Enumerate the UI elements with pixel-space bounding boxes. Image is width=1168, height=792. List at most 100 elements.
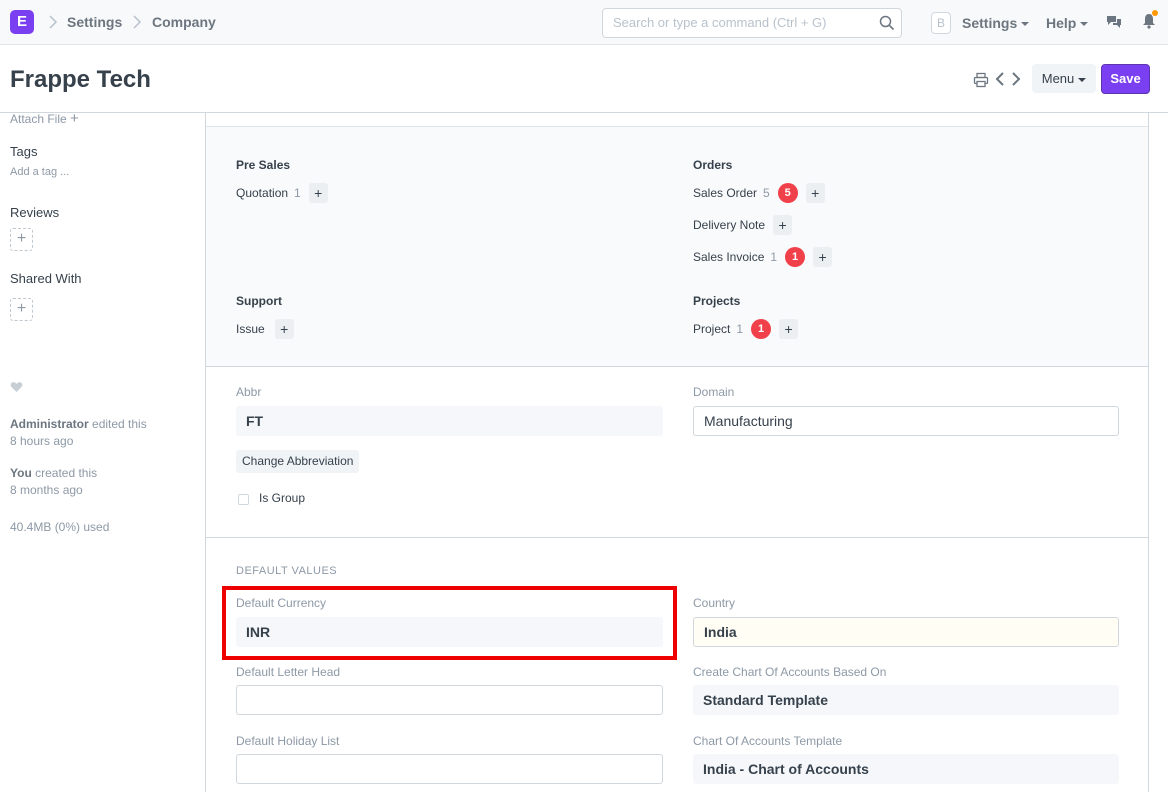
is-group-checkbox[interactable]	[238, 494, 249, 505]
activity-action: edited this	[88, 417, 147, 431]
chevron-right-icon[interactable]	[1010, 71, 1022, 87]
form-sidebar: Attach File + Tags Add a tag ... Reviews…	[0, 113, 205, 792]
chat-icon[interactable]	[1106, 14, 1122, 30]
menu-button-label: Menu	[1041, 71, 1075, 86]
activity-item: Administrator edited this 8 hours ago	[10, 416, 147, 450]
link-label[interactable]: Sales Invoice	[693, 250, 764, 264]
domain-field[interactable]: Manufacturing	[693, 406, 1119, 436]
caret-down-icon	[1078, 77, 1087, 82]
link-count: 5	[763, 186, 770, 200]
company-details-section: Abbr FT Change Abbreviation Is Group Dom…	[206, 367, 1148, 538]
add-tag-link[interactable]: Add a tag ...	[10, 166, 69, 178]
open-count-badge[interactable]: 1	[785, 247, 806, 267]
avatar[interactable]: B	[931, 12, 951, 34]
group-heading-projects: Projects	[693, 294, 741, 308]
link-label[interactable]: Issue	[236, 322, 265, 336]
section-divider	[206, 113, 1148, 127]
notification-dot	[1152, 10, 1158, 16]
country-label: Country	[693, 596, 736, 610]
activity-user[interactable]: Administrator	[10, 417, 89, 431]
default-letter-head-field[interactable]	[236, 685, 663, 715]
activity-item: You created this 8 months ago	[10, 465, 97, 499]
default-holiday-list-label: Default Holiday List	[236, 734, 340, 748]
reviews-heading: Reviews	[10, 205, 60, 220]
tags-heading: Tags	[10, 144, 38, 159]
storage-usage: 40.4MB (0%) used	[10, 520, 110, 534]
attach-file-link[interactable]: Attach File +	[10, 113, 79, 127]
app-logo[interactable]: E	[10, 10, 34, 34]
activity-action: created this	[31, 466, 98, 480]
default-letter-head-label: Default Letter Head	[236, 665, 341, 679]
link-label[interactable]: Project	[693, 322, 730, 336]
settings-dropdown-label: Settings	[962, 15, 1018, 31]
search-bar	[602, 8, 902, 38]
plus-icon: +	[16, 300, 27, 317]
plus-icon: +	[16, 230, 27, 247]
form-dashboard: Pre Sales Quotation 1 + Orders Sales Order…	[206, 127, 1148, 367]
country-field[interactable]: India	[693, 617, 1119, 647]
add-issue-button[interactable]: +	[274, 319, 294, 339]
link-label[interactable]: Delivery Note	[693, 218, 765, 232]
chevron-left-icon[interactable]	[994, 71, 1006, 87]
help-dropdown-label: Help	[1046, 15, 1077, 31]
default-holiday-list-field[interactable]	[236, 754, 663, 784]
coa-based-on-label: Create Chart Of Accounts Based On	[693, 665, 887, 679]
coa-template-label: Chart Of Accounts Template	[693, 734, 843, 748]
dashboard-link-sales-invoice: Sales Invoice 1 1 +	[693, 247, 833, 267]
add-review-button[interactable]: +	[10, 228, 33, 251]
group-heading-pre-sales: Pre Sales	[236, 158, 291, 172]
settings-dropdown[interactable]: Settings	[962, 15, 1030, 31]
save-button[interactable]: Save	[1101, 64, 1150, 94]
activity-time: 8 months ago	[10, 483, 83, 497]
help-dropdown[interactable]: Help	[1046, 15, 1089, 31]
form-main: Pre Sales Quotation 1 + Orders Sales Order…	[205, 113, 1149, 792]
group-heading-support: Support	[236, 294, 282, 308]
search-input[interactable]	[613, 15, 873, 30]
activity-user: You	[10, 466, 32, 480]
add-sales-invoice-button[interactable]: +	[813, 247, 833, 267]
is-group-label: Is Group	[259, 491, 306, 505]
dashboard-link-issue: Issue +	[236, 319, 294, 339]
dashboard-link-quotation: Quotation 1 +	[236, 183, 328, 203]
open-count-badge[interactable]: 5	[777, 183, 798, 203]
link-count: 1	[294, 186, 301, 200]
breadcrumb-settings[interactable]: Settings	[67, 14, 122, 30]
add-sales-order-button[interactable]: +	[805, 183, 825, 203]
coa-template-field[interactable]: India - Chart of Accounts	[693, 754, 1119, 784]
menu-button[interactable]: Menu	[1032, 64, 1096, 93]
add-share-button[interactable]: +	[10, 298, 33, 321]
attach-file-label: Attach File	[10, 113, 67, 126]
highlight-box	[222, 586, 677, 660]
link-count: 1	[736, 322, 744, 336]
print-icon[interactable]	[973, 72, 989, 88]
navbar: E Settings Company B Settings Help	[0, 0, 1168, 45]
add-delivery-note-button[interactable]: +	[773, 215, 793, 235]
page-head: Frappe Tech Menu Save	[0, 45, 1168, 113]
page-title: Frappe Tech	[10, 66, 151, 93]
chevron-right-icon	[49, 15, 58, 29]
chevron-right-icon	[133, 15, 142, 29]
search-icon[interactable]	[879, 15, 895, 31]
abbr-field: FT	[236, 406, 663, 436]
breadcrumb-company[interactable]: Company	[152, 14, 216, 30]
add-project-button[interactable]: +	[779, 319, 799, 339]
link-count: 1	[770, 250, 778, 264]
open-count-badge[interactable]: 1	[751, 319, 772, 339]
default-values-section: DEFAULT VALUES Default Currency INR Coun…	[206, 538, 1148, 792]
caret-down-icon	[1021, 22, 1030, 27]
abbr-label: Abbr	[236, 385, 262, 399]
dashboard-link-delivery-note: Delivery Note +	[693, 215, 793, 235]
heart-icon[interactable]	[10, 381, 23, 393]
dashboard-link-project: Project 1 1 +	[693, 319, 799, 339]
caret-down-icon	[1080, 22, 1089, 27]
coa-based-on-field[interactable]: Standard Template	[693, 685, 1119, 715]
section-heading: DEFAULT VALUES	[236, 565, 338, 577]
shared-with-heading: Shared With	[10, 271, 82, 286]
link-label[interactable]: Sales Order	[693, 186, 757, 200]
change-abbreviation-button[interactable]: Change Abbreviation	[236, 450, 360, 473]
activity-time: 8 hours ago	[10, 434, 74, 448]
dashboard-link-sales-order: Sales Order 5 5 +	[693, 183, 825, 203]
plus-icon: +	[70, 113, 79, 127]
add-quotation-button[interactable]: +	[308, 183, 328, 203]
link-label[interactable]: Quotation	[236, 186, 288, 200]
